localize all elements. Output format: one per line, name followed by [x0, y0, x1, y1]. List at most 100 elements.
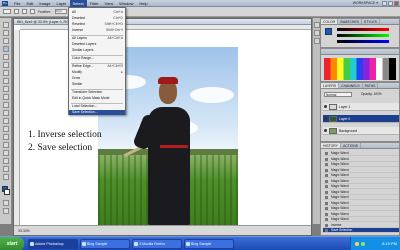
- dodge-tool-icon[interactable]: [3, 126, 9, 132]
- tab-color[interactable]: COLOR: [321, 19, 339, 24]
- select-menu-item-edit-in-quick-mask-mode[interactable]: Edit in Quick Mask Mode: [69, 96, 125, 101]
- red-slider[interactable]: [337, 28, 389, 31]
- menu-view[interactable]: View: [102, 0, 117, 7]
- green-slider[interactable]: [337, 34, 389, 37]
- quick-mask-icon[interactable]: [3, 200, 9, 206]
- history-state[interactable]: Magic Wand: [323, 157, 399, 162]
- lasso-tool-icon[interactable]: [3, 38, 9, 44]
- subtract-selection-icon[interactable]: [30, 9, 35, 14]
- eye-icon[interactable]: [324, 105, 327, 108]
- opacity-field[interactable]: Opacity: 100%: [361, 92, 382, 97]
- path-selection-tool-icon[interactable]: [3, 150, 9, 156]
- select-menu-item-deselect[interactable]: Deselect Ctrl+D: [69, 16, 125, 21]
- eye-icon[interactable]: [324, 117, 327, 120]
- history-state[interactable]: Magic Wand: [323, 217, 399, 222]
- menu-edit[interactable]: Edit: [23, 0, 36, 7]
- select-menu-item-all-layers[interactable]: All Layers Alt+Ctrl+A: [69, 36, 125, 41]
- taskbar-button[interactable]: Blog Sample: [80, 239, 130, 249]
- zoom-tool-icon[interactable]: [3, 174, 9, 180]
- select-menu-item-all[interactable]: All Ctrl+A: [69, 10, 125, 15]
- select-menu-item-color-range[interactable]: Color Range...: [69, 56, 125, 61]
- start-button[interactable]: start: [0, 237, 24, 250]
- color-panel-foreground-swatch[interactable]: [325, 28, 332, 35]
- select-menu-item-refine-edge[interactable]: Refine Edge... Alt+Ctrl+R: [69, 64, 125, 69]
- history-state[interactable]: Magic Wand: [323, 190, 399, 195]
- menu-help[interactable]: Help: [136, 0, 150, 7]
- history-state[interactable]: Magic Wand: [323, 212, 399, 217]
- gradient-tool-icon[interactable]: [3, 110, 9, 116]
- history-state[interactable]: Inverse: [323, 223, 399, 228]
- hand-tool-icon[interactable]: [3, 166, 9, 172]
- history-state[interactable]: Magic Wand: [323, 151, 399, 156]
- history-brush-tool-icon[interactable]: [3, 94, 9, 100]
- move-tool-icon[interactable]: [3, 22, 9, 28]
- layer-row[interactable]: Layer 0: [323, 115, 399, 123]
- select-menu-item-reselect[interactable]: Reselect Shift+Ctrl+D: [69, 22, 125, 27]
- blend-mode-select[interactable]: Normal: [324, 92, 352, 97]
- history-state[interactable]: Magic Wand: [323, 179, 399, 184]
- menu-file[interactable]: File: [11, 0, 23, 7]
- clone-stamp-tool-icon[interactable]: [3, 86, 9, 92]
- tab-history[interactable]: HISTORY: [321, 143, 341, 148]
- marquee-tool-icon[interactable]: [3, 30, 9, 36]
- menu-layer[interactable]: Layer: [53, 0, 69, 7]
- canvas[interactable]: 1. Inverse selection 2. Save selection: [20, 30, 311, 225]
- tab-swatches[interactable]: SWATCHES: [338, 19, 362, 24]
- menu-select[interactable]: Select: [69, 0, 87, 7]
- history-state[interactable]: Magic Wand: [323, 206, 399, 211]
- select-menu-item-grow[interactable]: Grow: [69, 76, 125, 81]
- tool-preset-picker[interactable]: [3, 9, 11, 14]
- tray-status-icon[interactable]: [355, 242, 359, 246]
- select-menu-item-inverse[interactable]: Inverse Shift+Ctrl+I: [69, 28, 125, 33]
- select-menu-item-transform-selection[interactable]: Transform Selection: [69, 90, 125, 95]
- select-menu-item-load-selection[interactable]: Load Selection...: [69, 104, 125, 109]
- tab-paths[interactable]: PATHS: [363, 83, 379, 88]
- layer-row[interactable]: Layer 1: [323, 103, 399, 111]
- history-state[interactable]: Save Selection: [323, 228, 399, 233]
- history-state[interactable]: Magic Wand: [323, 195, 399, 200]
- adjustment-presets-grid[interactable]: [324, 58, 396, 80]
- add-selection-icon[interactable]: [22, 9, 27, 14]
- history-state[interactable]: Magic Wand: [323, 184, 399, 189]
- type-tool-icon[interactable]: [3, 142, 9, 148]
- close-button[interactable]: [394, 0, 399, 6]
- history-state[interactable]: Magic Wand: [323, 162, 399, 167]
- minimize-button[interactable]: [382, 0, 387, 6]
- healing-brush-tool-icon[interactable]: [3, 70, 9, 76]
- brush-tool-icon[interactable]: [3, 78, 9, 84]
- blur-tool-icon[interactable]: [3, 118, 9, 124]
- workspace-button[interactable]: WORKSPACE ▾: [353, 1, 378, 5]
- eyedropper-tool-icon[interactable]: [3, 62, 9, 68]
- select-menu-item-similar[interactable]: Similar: [69, 82, 125, 87]
- taskbar-button[interactable]: Blog Sample: [184, 239, 234, 249]
- history-state[interactable]: Magic Wand: [323, 201, 399, 206]
- menu-image[interactable]: Image: [36, 0, 53, 7]
- taskbar-button[interactable]: 3 Mozilla Firefox: [132, 239, 182, 249]
- tab-styles[interactable]: STYLES: [362, 19, 380, 24]
- eraser-tool-icon[interactable]: [3, 102, 9, 108]
- crop-tool-icon[interactable]: [3, 54, 9, 60]
- new-selection-icon[interactable]: [14, 9, 19, 14]
- select-menu-item-deselect-layers[interactable]: Deselect Layers: [69, 42, 125, 47]
- menu-window[interactable]: Window: [116, 0, 136, 7]
- tab-actions[interactable]: ACTIONS: [341, 143, 362, 148]
- tray-network-icon[interactable]: [361, 242, 365, 246]
- feather-input[interactable]: 0 px: [55, 9, 68, 14]
- eye-icon[interactable]: [324, 129, 327, 132]
- select-menu-item-save-selection[interactable]: Save Selection...: [69, 110, 125, 115]
- select-menu-item-similar-layers[interactable]: Similar Layers: [69, 48, 125, 53]
- history-state[interactable]: Magic Wand: [323, 173, 399, 178]
- history-state[interactable]: Magic Wand: [323, 168, 399, 173]
- shape-tool-icon[interactable]: [3, 158, 9, 164]
- background-color-swatch[interactable]: [4, 189, 10, 195]
- tab-channels[interactable]: CHANNELS: [339, 83, 363, 88]
- select-menu-item-modify[interactable]: Modify ▸: [69, 70, 125, 75]
- screen-mode-icon[interactable]: [3, 208, 9, 214]
- maximize-button[interactable]: [388, 0, 393, 6]
- pen-tool-icon[interactable]: [3, 134, 9, 140]
- blue-slider[interactable]: [337, 40, 389, 43]
- magic-wand-tool-icon[interactable]: [3, 46, 9, 52]
- tab-layers[interactable]: LAYERS: [321, 83, 340, 88]
- layer-row[interactable]: Background: [323, 127, 399, 135]
- menu-filter[interactable]: Filter: [87, 0, 102, 7]
